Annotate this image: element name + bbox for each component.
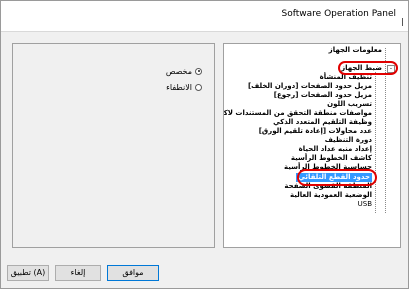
tree-item-device-info[interactable]: معلومات الجهاز bbox=[329, 46, 382, 55]
tree-connector-line bbox=[375, 72, 376, 213]
tree-item[interactable]: مزيل حدود الصفحات [دوران الخلف] bbox=[248, 82, 372, 91]
title-bar: Software Operation Panel | bbox=[1, 1, 408, 32]
radio-option-label: مخصص bbox=[165, 66, 192, 76]
radio-button-icon[interactable] bbox=[195, 67, 202, 75]
tree-item[interactable]: كاشف الخطوط الرأسية bbox=[291, 154, 372, 163]
tree-item[interactable]: عدد محاولات [إعادة تلقيم الورق] bbox=[259, 127, 372, 136]
radio-option-off[interactable]: الانطفاء bbox=[166, 81, 202, 93]
tree-item[interactable]: الوضعية العمودية العالية bbox=[290, 191, 372, 200]
ok-button[interactable]: موافق bbox=[107, 265, 159, 281]
tree-item[interactable]: تسريب اللون bbox=[327, 100, 372, 109]
radio-option-custom[interactable]: مخصص bbox=[166, 65, 202, 77]
settings-option-panel: مخصص الانطفاء bbox=[12, 43, 215, 248]
annotation-highlight-selected-item bbox=[297, 169, 377, 186]
tree-item[interactable]: دورة التنظيف bbox=[325, 136, 372, 145]
radio-option-label: الانطفاء bbox=[166, 82, 192, 92]
settings-tree: معلومات الجهاز - ضبط الجهاز تنظيف المنشأ… bbox=[223, 43, 401, 248]
tree-item[interactable]: مواصفات منطقة التحقق من المستندات لاكتشا… bbox=[224, 109, 372, 118]
tree-item-usb[interactable]: USB bbox=[358, 200, 372, 209]
tree-item[interactable]: مزيل حدود الصفحات [رجوع] bbox=[274, 91, 372, 100]
tree-item[interactable]: وظيفة التلقيم المتعدد الذكي bbox=[273, 118, 372, 127]
apply-button[interactable]: تطبيق (A) bbox=[7, 265, 49, 281]
radio-button-icon[interactable] bbox=[195, 83, 202, 91]
window-title: Software Operation Panel bbox=[281, 9, 396, 19]
cancel-button[interactable]: إلغاء bbox=[55, 265, 101, 281]
close-icon[interactable]: | bbox=[401, 17, 405, 26]
tree-item[interactable]: إعداد منبه عداد الحياة bbox=[299, 145, 372, 154]
annotation-highlight-device-settings bbox=[338, 61, 398, 75]
software-operation-panel-window: Software Operation Panel | مخصص الانطفاء… bbox=[0, 0, 409, 289]
